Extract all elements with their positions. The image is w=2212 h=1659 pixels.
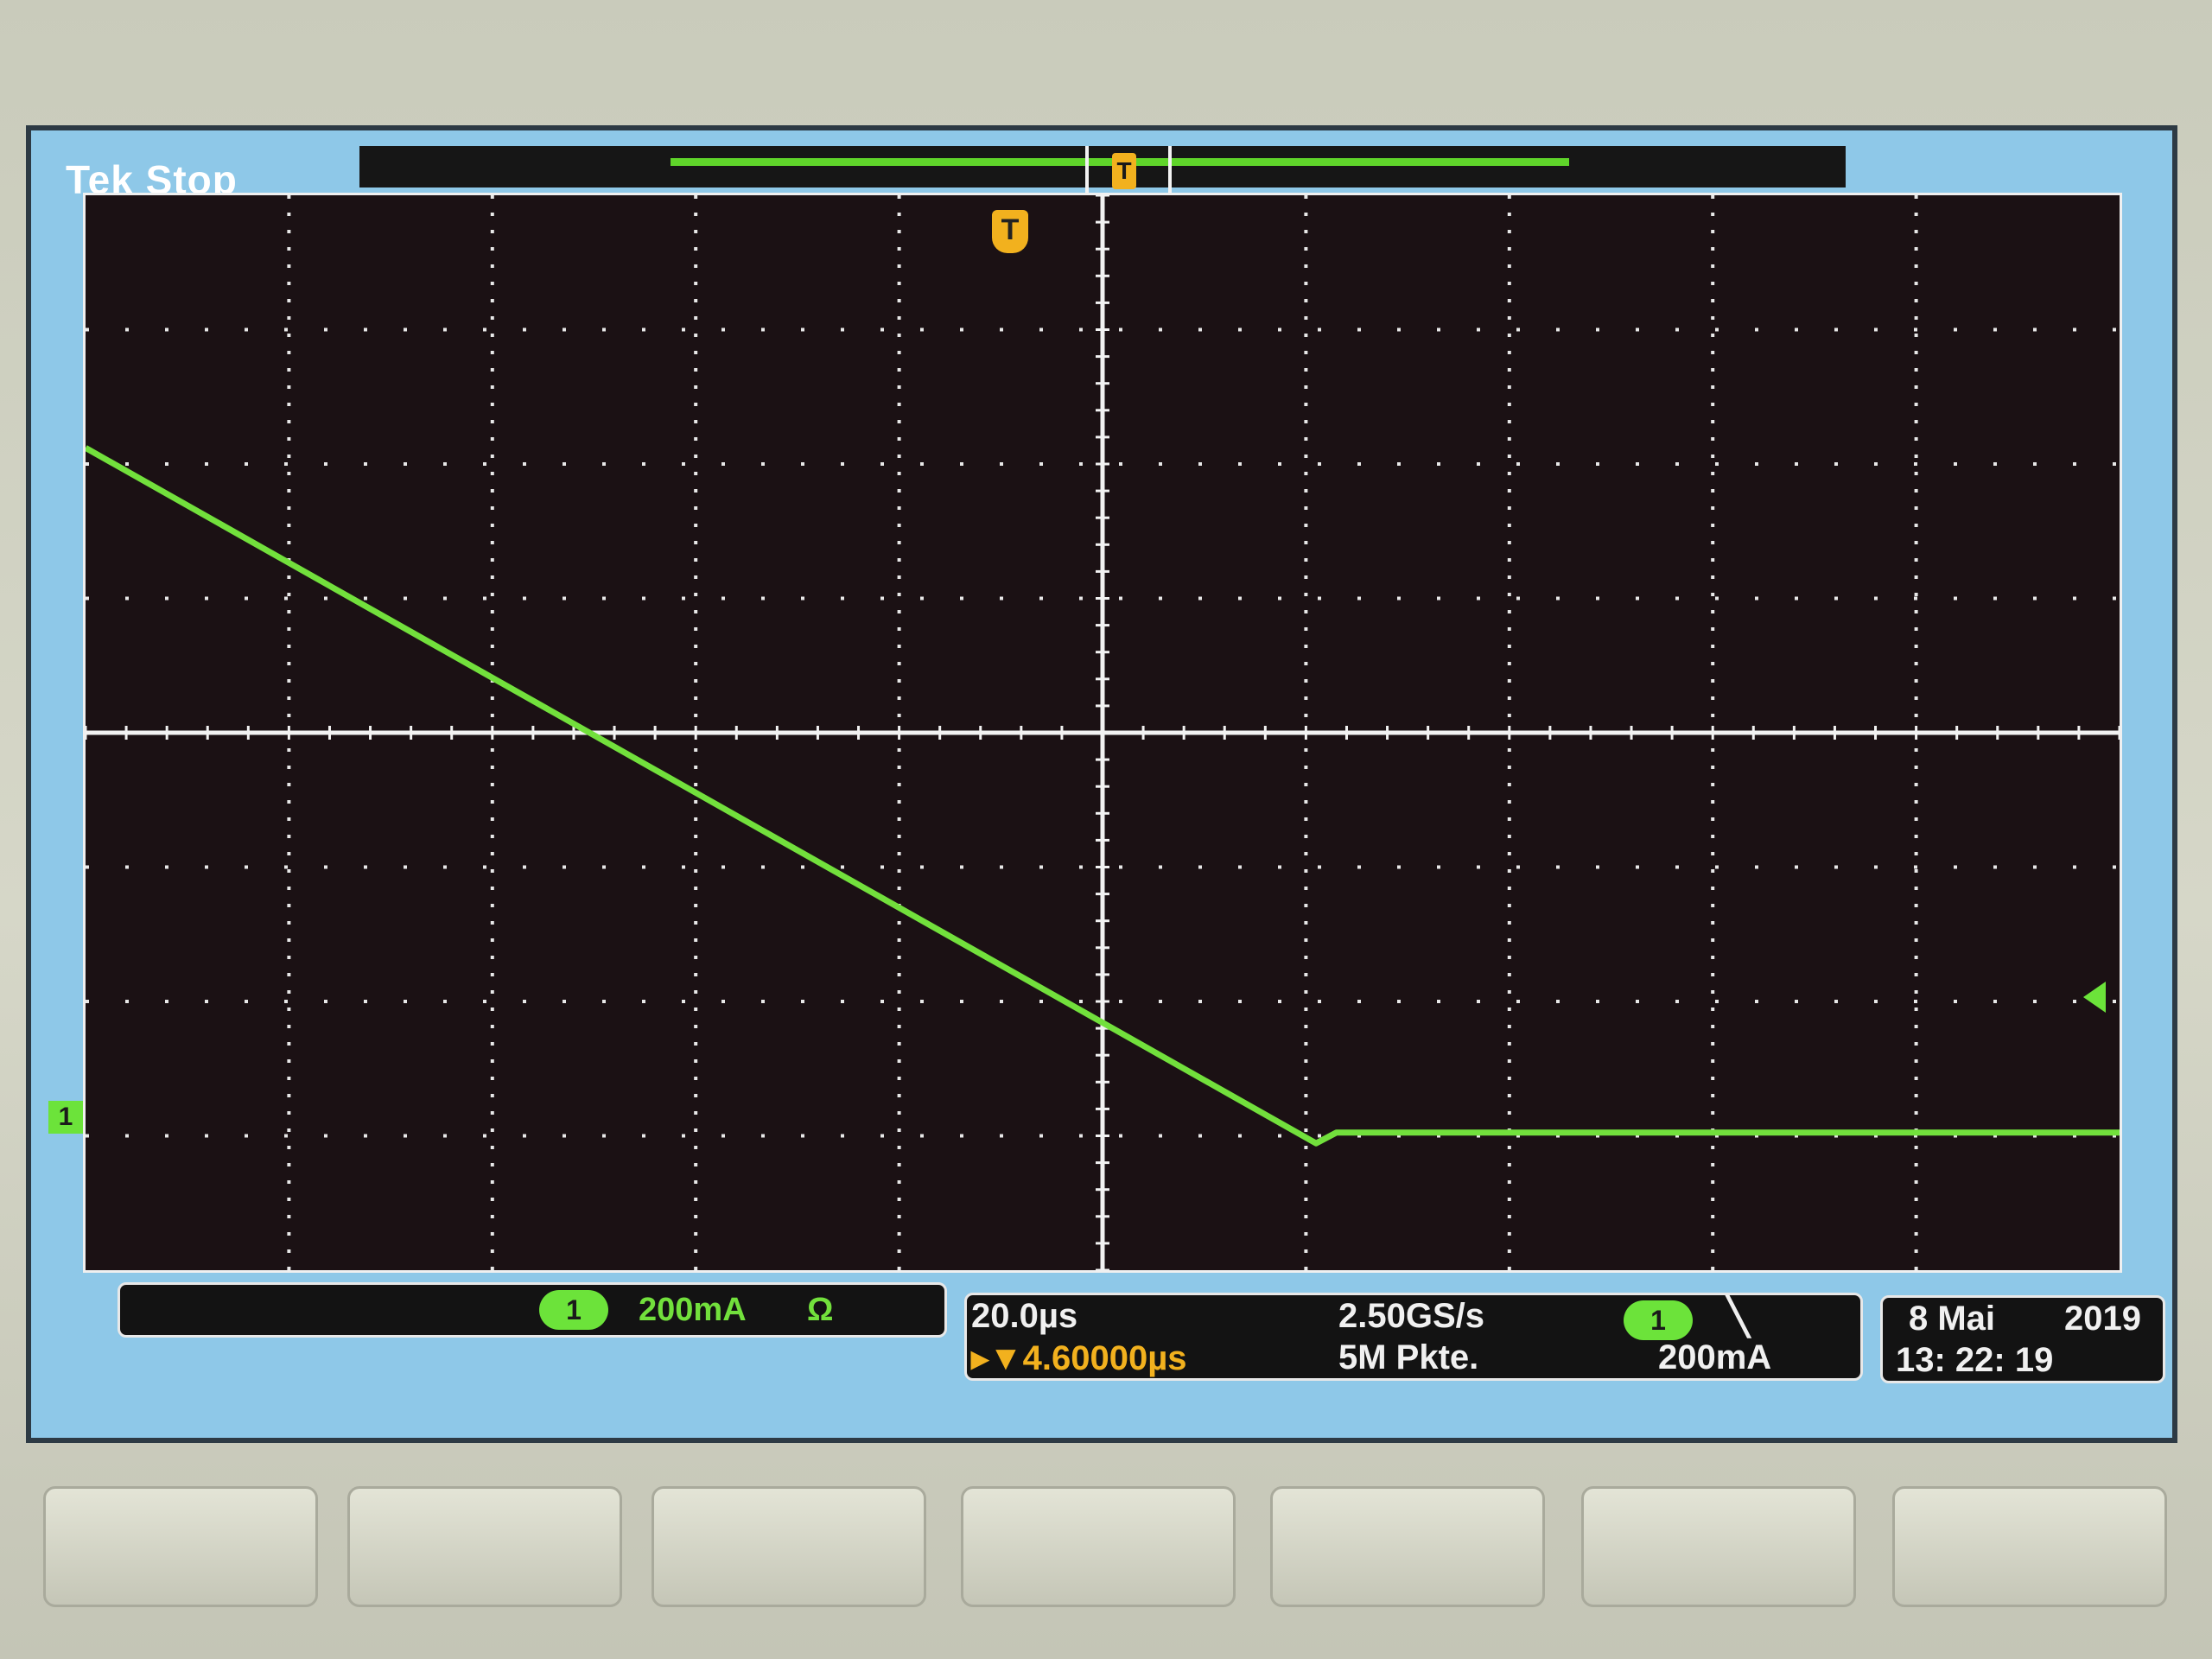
softkey-2[interactable] <box>347 1486 622 1607</box>
channel1-readout[interactable]: 1 200mA Ω <box>118 1282 947 1338</box>
record-overview-bar: T <box>359 146 1846 200</box>
softkey-7[interactable] <box>1892 1486 2167 1607</box>
softkey-1[interactable] <box>43 1486 318 1607</box>
falling-edge-icon: ╲ <box>1727 1296 1750 1337</box>
trigger-level-marker-icon[interactable] <box>2083 982 2106 1013</box>
channel1-ground-marker-icon[interactable]: 1 <box>48 1101 83 1134</box>
horizontal-position: ▸▼4.60000µs <box>971 1339 1187 1377</box>
waveform-graticule[interactable] <box>83 193 2122 1273</box>
date-time-readout: 8 Mai 2019 13: 22: 19 <box>1880 1295 2165 1383</box>
termination-icon: Ω <box>807 1292 834 1328</box>
oscilloscope-screen: Tek Stop T T 1 1 200mA Ω 20.0µs ▸▼4.6000… <box>26 125 2177 1443</box>
channel1-badge: 1 <box>539 1290 608 1330</box>
trigger-level: 200mA <box>1658 1338 1772 1376</box>
date-day-month: 8 Mai <box>1909 1300 1996 1338</box>
softkey-5[interactable] <box>1270 1486 1545 1607</box>
softkey-3[interactable] <box>652 1486 926 1607</box>
softkey-4[interactable] <box>961 1486 1236 1607</box>
timebase-trigger-readout[interactable]: 20.0µs ▸▼4.60000µs 2.50GS/s 5M Pkte. 1 ╲… <box>964 1293 1863 1381</box>
horizontal-scale: 20.0µs <box>971 1297 1078 1335</box>
sample-rate: 2.50GS/s <box>1338 1297 1485 1335</box>
channel1-scale: 200mA <box>639 1292 747 1328</box>
record-length: 5M Pkte. <box>1338 1338 1479 1376</box>
date-year: 2019 <box>2064 1300 2141 1338</box>
graticule-grid <box>86 195 2120 1270</box>
trigger-point-marker-icon[interactable]: T <box>992 210 1028 253</box>
trigger-position-marker-icon: T <box>1112 153 1136 189</box>
clock-time: 13: 22: 19 <box>1896 1341 2054 1379</box>
trigger-source-badge: 1 <box>1624 1300 1693 1340</box>
softkey-6[interactable] <box>1581 1486 1856 1607</box>
